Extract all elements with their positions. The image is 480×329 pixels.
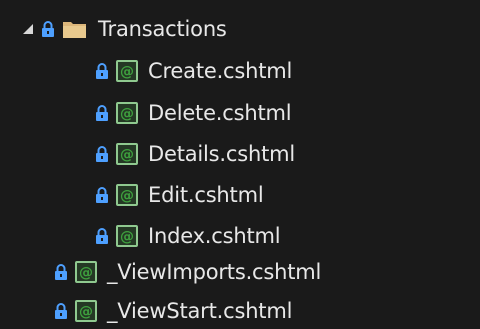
- razor-file-icon: @: [75, 261, 97, 283]
- razor-file-icon: @: [75, 300, 97, 322]
- tree-folder-transactions[interactable]: Transactions: [22, 11, 227, 47]
- lock-icon: [41, 20, 55, 38]
- tree-file-viewimports[interactable]: @ _ViewImports.cshtml: [54, 254, 321, 290]
- tree-file-label: Edit.cshtml: [148, 183, 264, 207]
- razor-file-icon: @: [116, 225, 138, 247]
- lock-icon: [54, 263, 68, 281]
- lock-icon: [95, 104, 109, 122]
- svg-text:@: @: [79, 265, 93, 281]
- lock-icon: [95, 145, 109, 163]
- tree-file-details[interactable]: @ Details.cshtml: [95, 136, 295, 172]
- svg-text:@: @: [120, 64, 134, 80]
- svg-text:@: @: [120, 188, 134, 204]
- tree-file-edit[interactable]: @ Edit.cshtml: [95, 177, 264, 213]
- tree-file-label: Create.cshtml: [148, 59, 293, 83]
- razor-file-icon: @: [116, 60, 138, 82]
- razor-file-icon: @: [116, 143, 138, 165]
- tree-file-index[interactable]: @ Index.cshtml: [95, 218, 281, 254]
- razor-file-icon: @: [116, 102, 138, 124]
- razor-file-icon: @: [116, 184, 138, 206]
- tree-folder-label: Transactions: [98, 17, 227, 41]
- svg-text:@: @: [120, 147, 134, 163]
- tree-file-label: Index.cshtml: [148, 224, 281, 248]
- svg-text:@: @: [120, 229, 134, 245]
- lock-icon: [95, 227, 109, 245]
- tree-file-label: _ViewStart.cshtml: [107, 299, 293, 323]
- tree-file-label: Delete.cshtml: [148, 101, 292, 125]
- solution-explorer-tree: Transactions @ Create.cshtml @ Delete.cs…: [0, 0, 480, 329]
- tree-file-label: Details.cshtml: [148, 142, 295, 166]
- lock-icon: [95, 186, 109, 204]
- svg-text:@: @: [120, 106, 134, 122]
- lock-icon: [54, 302, 68, 320]
- lock-icon: [95, 62, 109, 80]
- tree-file-viewstart[interactable]: @ _ViewStart.cshtml: [54, 293, 292, 329]
- folder-icon: [62, 19, 87, 39]
- tree-file-label: _ViewImports.cshtml: [107, 260, 322, 284]
- svg-text:@: @: [79, 304, 93, 320]
- tree-file-delete[interactable]: @ Delete.cshtml: [95, 95, 292, 131]
- expanded-triangle-icon[interactable]: [22, 23, 34, 35]
- tree-file-create[interactable]: @ Create.cshtml: [95, 53, 292, 89]
